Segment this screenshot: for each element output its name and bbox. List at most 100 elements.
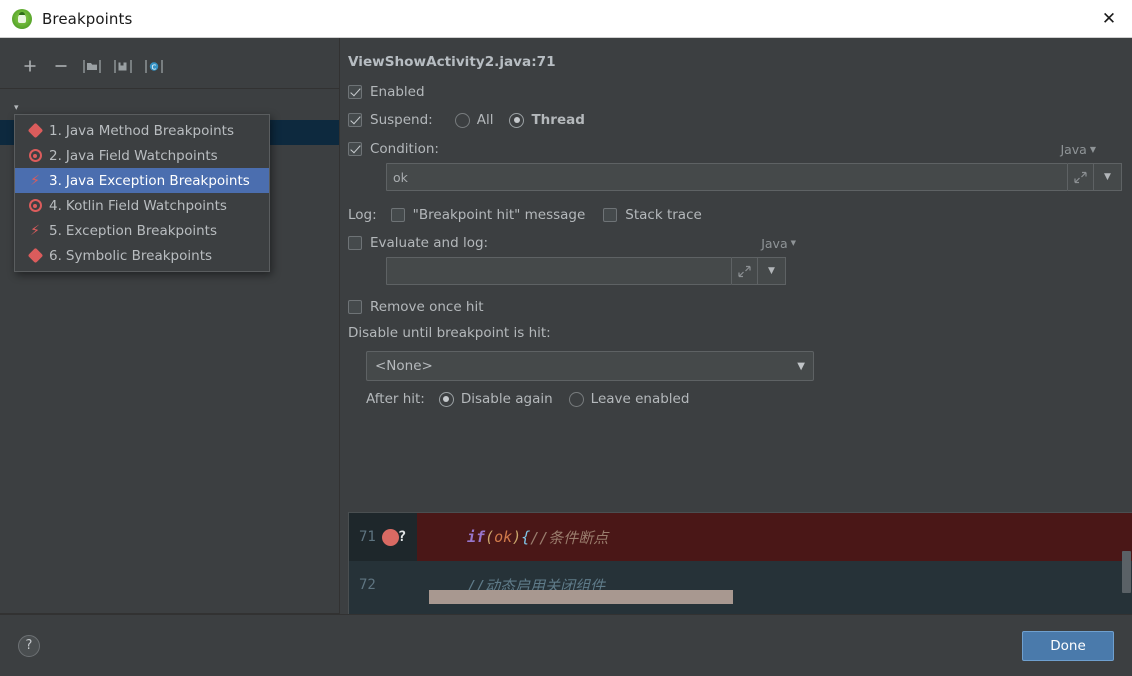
menu-item-java-method-breakpoints[interactable]: 1. Java Method Breakpoints xyxy=(15,118,269,143)
breakpoint-details-panel: ViewShowActivity2.java:71 Enabled Suspen… xyxy=(340,38,1132,614)
code-vertical-scrollbar[interactable] xyxy=(1122,551,1131,593)
dialog-body: C ▾ ViewShowActivity2.java:71 ▾ xyxy=(0,38,1132,614)
after-hit-label: After hit: xyxy=(366,391,425,407)
remove-once-hit-checkbox[interactable] xyxy=(348,300,362,314)
bolt-icon: ⚡ xyxy=(30,172,40,189)
breakpoints-toolbar: C xyxy=(0,50,339,82)
window-title: Breakpoints xyxy=(42,9,133,28)
chevron-down-icon: ▾ xyxy=(14,102,19,113)
condition-language-label: Java xyxy=(1060,141,1087,157)
code-horizontal-scrollbar[interactable] xyxy=(429,590,733,604)
evaluate-input-group: ▼ xyxy=(386,257,796,285)
suspend-all-radio[interactable] xyxy=(454,112,470,128)
close-icon[interactable]: ✕ xyxy=(1086,0,1132,37)
enabled-checkbox[interactable] xyxy=(348,85,362,99)
eye-icon xyxy=(25,199,45,212)
suspend-checkbox[interactable] xyxy=(348,113,362,127)
code-preview[interactable]: 71 ? if(ok) {//条件断点 72 //动态启用关闭组件 xyxy=(348,512,1132,614)
menu-item-index: 4. xyxy=(49,197,62,214)
remove-once-hit-row: Remove once hit xyxy=(348,299,1132,315)
menu-item-label: Exception Breakpoints xyxy=(65,222,217,239)
evaluate-history-dropdown[interactable]: ▼ xyxy=(758,257,786,285)
breakpoint-hit-message-checkbox[interactable] xyxy=(390,208,405,222)
menu-item-index: 1. xyxy=(49,122,62,139)
menu-item-symbolic-breakpoints[interactable]: 6. Symbolic Breakpoints xyxy=(15,243,269,268)
add-breakpoint-menu[interactable]: 1. Java Method Breakpoints 2. Java Field… xyxy=(14,114,270,272)
menu-item-kotlin-field-watchpoints[interactable]: 4. Kotlin Field Watchpoints xyxy=(15,193,269,218)
condition-input-group: ok ▼ xyxy=(386,163,1132,191)
disable-until-value: <None> xyxy=(375,358,433,374)
code-text-71: if(ok) {//条件断点 xyxy=(417,513,1132,561)
breakpoint-hit-message-label: "Breakpoint hit" message xyxy=(412,207,586,223)
code-gutter[interactable]: 71 ? xyxy=(349,513,417,561)
condition-row: Condition: Java ▼ xyxy=(348,141,1096,157)
log-label: Log: xyxy=(348,207,377,223)
leave-enabled-radio[interactable] xyxy=(568,391,584,407)
disable-until-label: Disable until breakpoint is hit: xyxy=(348,325,551,341)
menu-item-index: 6. xyxy=(49,247,62,264)
leave-enabled-label: Leave enabled xyxy=(590,391,690,407)
disable-again-radio[interactable] xyxy=(438,391,454,407)
conditional-breakpoint-marker: ? xyxy=(397,529,407,545)
code-token-variable: ok xyxy=(494,528,513,546)
suspend-all-label: All xyxy=(476,112,494,128)
window-titlebar: Breakpoints ✕ xyxy=(0,0,1132,38)
log-row: Log: "Breakpoint hit" message Stack trac… xyxy=(348,207,1132,223)
code-gutter[interactable]: 72 xyxy=(349,561,417,609)
menu-item-java-exception-breakpoints[interactable]: ⚡ 3. Java Exception Breakpoints xyxy=(15,168,269,193)
dialog-footer: ? Done xyxy=(0,614,1132,676)
condition-history-dropdown[interactable]: ▼ xyxy=(1094,163,1122,191)
menu-item-label: Java Method Breakpoints xyxy=(65,122,234,139)
chevron-down-icon: ▼ xyxy=(797,360,805,372)
condition-label: Condition: xyxy=(370,141,439,157)
evaluate-and-log-input[interactable] xyxy=(386,257,732,285)
suspend-row: Suspend: All Thread xyxy=(348,112,1132,128)
stack-trace-checkbox[interactable] xyxy=(603,208,618,222)
evaluate-language-selector[interactable]: Java ▼ xyxy=(761,236,796,251)
menu-item-label: Kotlin Field Watchpoints xyxy=(65,197,227,214)
menu-item-java-field-watchpoints[interactable]: 2. Java Field Watchpoints xyxy=(15,143,269,168)
bolt-icon: ⚡ xyxy=(30,222,40,239)
disable-again-label: Disable again xyxy=(460,391,553,407)
add-breakpoint-button[interactable] xyxy=(16,53,44,79)
diamond-icon xyxy=(25,247,45,264)
menu-item-exception-breakpoints[interactable]: ⚡ 5. Exception Breakpoints xyxy=(15,218,269,243)
chevron-down-icon: ▼ xyxy=(1089,144,1096,154)
condition-checkbox[interactable] xyxy=(348,142,362,156)
suspend-label: Suspend: xyxy=(370,112,433,128)
suspend-thread-label: Thread xyxy=(531,112,585,128)
after-hit-row: After hit: Disable again Leave enabled xyxy=(366,391,1132,407)
evaluate-expand-icon[interactable] xyxy=(732,257,758,285)
enabled-label: Enabled xyxy=(370,84,425,100)
menu-item-index: 5. xyxy=(49,222,62,239)
menu-item-index: 2. xyxy=(49,147,62,164)
remove-breakpoint-button[interactable] xyxy=(47,53,75,79)
export-breakpoints-icon[interactable] xyxy=(109,53,137,79)
group-by-folder-icon[interactable] xyxy=(78,53,106,79)
evaluate-and-log-label: Evaluate and log: xyxy=(370,235,489,251)
suspend-thread-radio[interactable] xyxy=(509,112,525,128)
evaluate-and-log-checkbox[interactable] xyxy=(348,236,362,250)
android-studio-icon xyxy=(12,8,32,29)
breakpoint-icon[interactable] xyxy=(381,528,399,546)
mute-breakpoints-icon[interactable]: C xyxy=(140,53,168,79)
code-token-keyword: if xyxy=(467,528,486,546)
condition-input[interactable]: ok xyxy=(386,163,1068,191)
condition-language-selector[interactable]: Java ▼ xyxy=(1060,142,1096,157)
diamond-icon xyxy=(25,122,45,139)
code-token-paren-close: ) xyxy=(512,528,522,546)
remove-once-hit-label: Remove once hit xyxy=(370,299,484,315)
stack-trace-label: Stack trace xyxy=(625,207,702,223)
enabled-row: Enabled xyxy=(348,84,1132,100)
condition-expand-icon[interactable] xyxy=(1068,163,1094,191)
code-token-comment: //条件断点 xyxy=(530,528,609,547)
evaluate-and-log-row: Evaluate and log: Java ▼ xyxy=(348,235,796,251)
line-number: 71 xyxy=(359,529,376,545)
evaluate-language-label: Java xyxy=(761,235,788,251)
code-line-71[interactable]: 71 ? if(ok) {//条件断点 xyxy=(349,513,1132,561)
help-button[interactable]: ? xyxy=(18,634,40,657)
menu-item-label: Java Field Watchpoints xyxy=(65,147,218,164)
code-token-paren-open: ( xyxy=(485,528,495,546)
disable-until-select[interactable]: <None> ▼ xyxy=(366,351,814,381)
done-button[interactable]: Done xyxy=(1022,630,1114,661)
